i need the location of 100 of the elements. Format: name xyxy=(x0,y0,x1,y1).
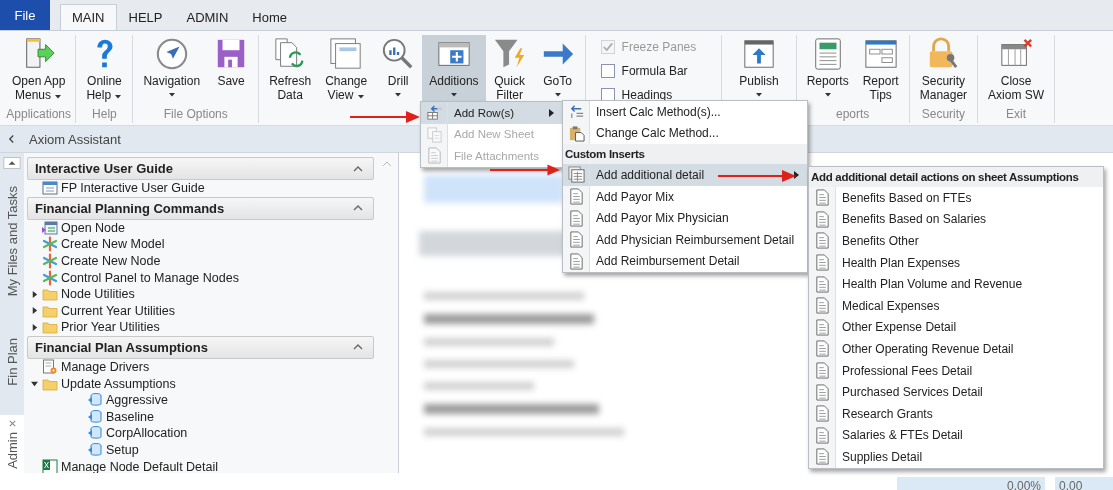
collapse-icon[interactable] xyxy=(8,134,15,144)
ribbon-tab[interactable]: Home xyxy=(240,4,300,30)
window-icon xyxy=(42,180,58,197)
cylinder-icon xyxy=(87,392,103,409)
asterisk-icon xyxy=(42,236,58,253)
document-icon xyxy=(813,448,831,466)
panel-title: Axiom Assistant xyxy=(29,131,121,147)
menu-item[interactable]: Research Grants xyxy=(809,402,1103,425)
menu-item[interactable]: Purchased Services Detail xyxy=(809,381,1103,403)
side-tab[interactable]: Fin Plan xyxy=(0,313,24,412)
collapsed-icon[interactable] xyxy=(31,290,38,298)
tree-item[interactable]: Setup xyxy=(27,441,374,459)
tree-item[interactable]: Control Panel to Manage Nodes xyxy=(27,269,374,286)
menu-item[interactable]: Health Plan Volume and Revenue xyxy=(809,273,1103,295)
tree-item[interactable]: Create New Node xyxy=(27,252,374,270)
document-icon xyxy=(813,340,831,358)
close-icon[interactable] xyxy=(7,419,17,429)
menu-item[interactable]: Other Operating Revenue Detail xyxy=(809,338,1103,360)
group-label: eports xyxy=(836,107,870,121)
clipboard-icon xyxy=(567,124,585,142)
file-tab[interactable]: File xyxy=(0,0,50,30)
ribbon-button[interactable]: Online Help xyxy=(79,35,130,107)
tree-item[interactable]: FP Interactive User Guide xyxy=(27,180,374,197)
stacked-pages-icon xyxy=(567,166,585,184)
tree-item[interactable]: Current Year Utilities xyxy=(27,302,374,320)
menu-item[interactable]: Add Physician Reimbursement Detail xyxy=(563,228,807,251)
upload-window-icon xyxy=(741,37,776,71)
ribbon-tab[interactable]: HELP xyxy=(116,4,175,30)
tree-item[interactable]: Aggressive xyxy=(27,391,374,409)
document-icon xyxy=(567,252,585,270)
scroll-up-icon[interactable] xyxy=(2,157,22,169)
document-icon xyxy=(567,209,585,227)
side-tab[interactable]: My Files and Tasks xyxy=(0,173,24,310)
ribbon-button[interactable]: Drill xyxy=(374,35,423,107)
menu-item[interactable]: Supplies Detail xyxy=(809,446,1103,468)
menu-item[interactable]: Add additional detail xyxy=(563,164,807,186)
tree-item[interactable]: Open Node xyxy=(27,219,374,237)
ribbon-button[interactable]: Save xyxy=(207,35,256,107)
tree-item[interactable]: Manage Drivers xyxy=(27,358,374,376)
menu-item[interactable]: Medical Expenses xyxy=(809,294,1103,317)
collapsed-icon[interactable] xyxy=(31,307,38,315)
document-icon xyxy=(813,362,831,380)
asterisk-icon xyxy=(42,253,58,270)
document-icon xyxy=(813,405,831,423)
windows-icon xyxy=(329,37,364,71)
ribbon-button[interactable]: Navigation xyxy=(136,35,208,107)
menu-item[interactable]: Benefits Other xyxy=(809,230,1103,252)
tree-item[interactable]: Create New Model xyxy=(27,236,374,253)
menu-item[interactable]: Professional Fees Detail xyxy=(809,359,1103,382)
cylinder-icon xyxy=(87,425,103,442)
ribbon-button[interactable]: Change View xyxy=(318,35,375,107)
collapsed-icon[interactable] xyxy=(31,323,38,331)
section-header[interactable]: Financial Planning Commands xyxy=(27,196,374,220)
document-icon xyxy=(813,426,831,444)
document-icon xyxy=(813,275,831,293)
ribbon-tab[interactable]: MAIN xyxy=(60,4,117,30)
document-icon xyxy=(813,210,831,228)
tree-item[interactable]: Update Assumptions xyxy=(27,375,374,392)
expanded-icon[interactable] xyxy=(31,380,38,388)
tree-item[interactable]: Manage Node Default Detail xyxy=(27,458,374,473)
section-header[interactable]: Financial Plan Assumptions xyxy=(27,335,374,359)
menu-item[interactable]: Add Reimbursement Detail xyxy=(563,250,807,273)
document-icon xyxy=(813,189,831,207)
menu-item[interactable]: Benefits Based on Salaries xyxy=(809,208,1103,231)
menu-item[interactable]: Other Expense Detail xyxy=(809,316,1103,339)
ribbon-button[interactable]: Close Axiom SW xyxy=(981,35,1052,107)
folder-icon xyxy=(42,286,58,303)
tree-item[interactable]: Node Utilities xyxy=(27,285,374,303)
menu-item[interactable]: Add Row(s) xyxy=(421,102,562,124)
document-icon xyxy=(567,231,585,249)
ribbon-button[interactable]: Open App Menus xyxy=(5,35,73,107)
document-icon xyxy=(813,254,831,272)
menu-item[interactable]: Change Calc Method... xyxy=(563,122,807,145)
menu-item[interactable]: Add Payor Mix xyxy=(563,185,807,208)
group-label: Exit xyxy=(1006,107,1027,121)
menu-item[interactable]: Benefits Based on FTEs xyxy=(809,187,1103,209)
menu-item[interactable]: Add Payor Mix Physician xyxy=(563,207,807,229)
compass-icon xyxy=(154,37,189,71)
menu-header: Custom Inserts xyxy=(563,144,807,165)
checkbox[interactable] xyxy=(600,64,615,78)
chevron-icon[interactable] xyxy=(353,205,363,212)
ribbon-tab[interactable]: ADMIN xyxy=(174,4,241,30)
tree-item[interactable]: CorpAllocation xyxy=(27,425,374,442)
checkbox-option[interactable]: Formula Bar xyxy=(600,64,697,78)
group-label: Help xyxy=(92,107,117,121)
menu-item[interactable]: Salaries & FTEs Detail xyxy=(809,424,1103,447)
document-icon xyxy=(813,318,831,336)
tree-item[interactable]: Prior Year Utilities xyxy=(27,319,374,336)
chevron-icon[interactable] xyxy=(353,344,363,351)
document-icon xyxy=(813,232,831,250)
menu-item[interactable]: Health Plan Expenses xyxy=(809,251,1103,274)
ribbon-button[interactable]: Refresh Data xyxy=(262,35,319,107)
side-tab[interactable]: Admin xyxy=(0,415,24,473)
folder-icon xyxy=(42,319,58,336)
tree-item[interactable]: Baseline xyxy=(27,408,374,426)
calendar-icon xyxy=(42,219,58,236)
ribbon-button[interactable]: Report Tips xyxy=(855,35,906,107)
section-header[interactable]: Interactive User Guide xyxy=(27,157,374,180)
ribbon-button[interactable]: Security Manager xyxy=(912,35,975,107)
chevron-icon[interactable] xyxy=(353,165,363,172)
